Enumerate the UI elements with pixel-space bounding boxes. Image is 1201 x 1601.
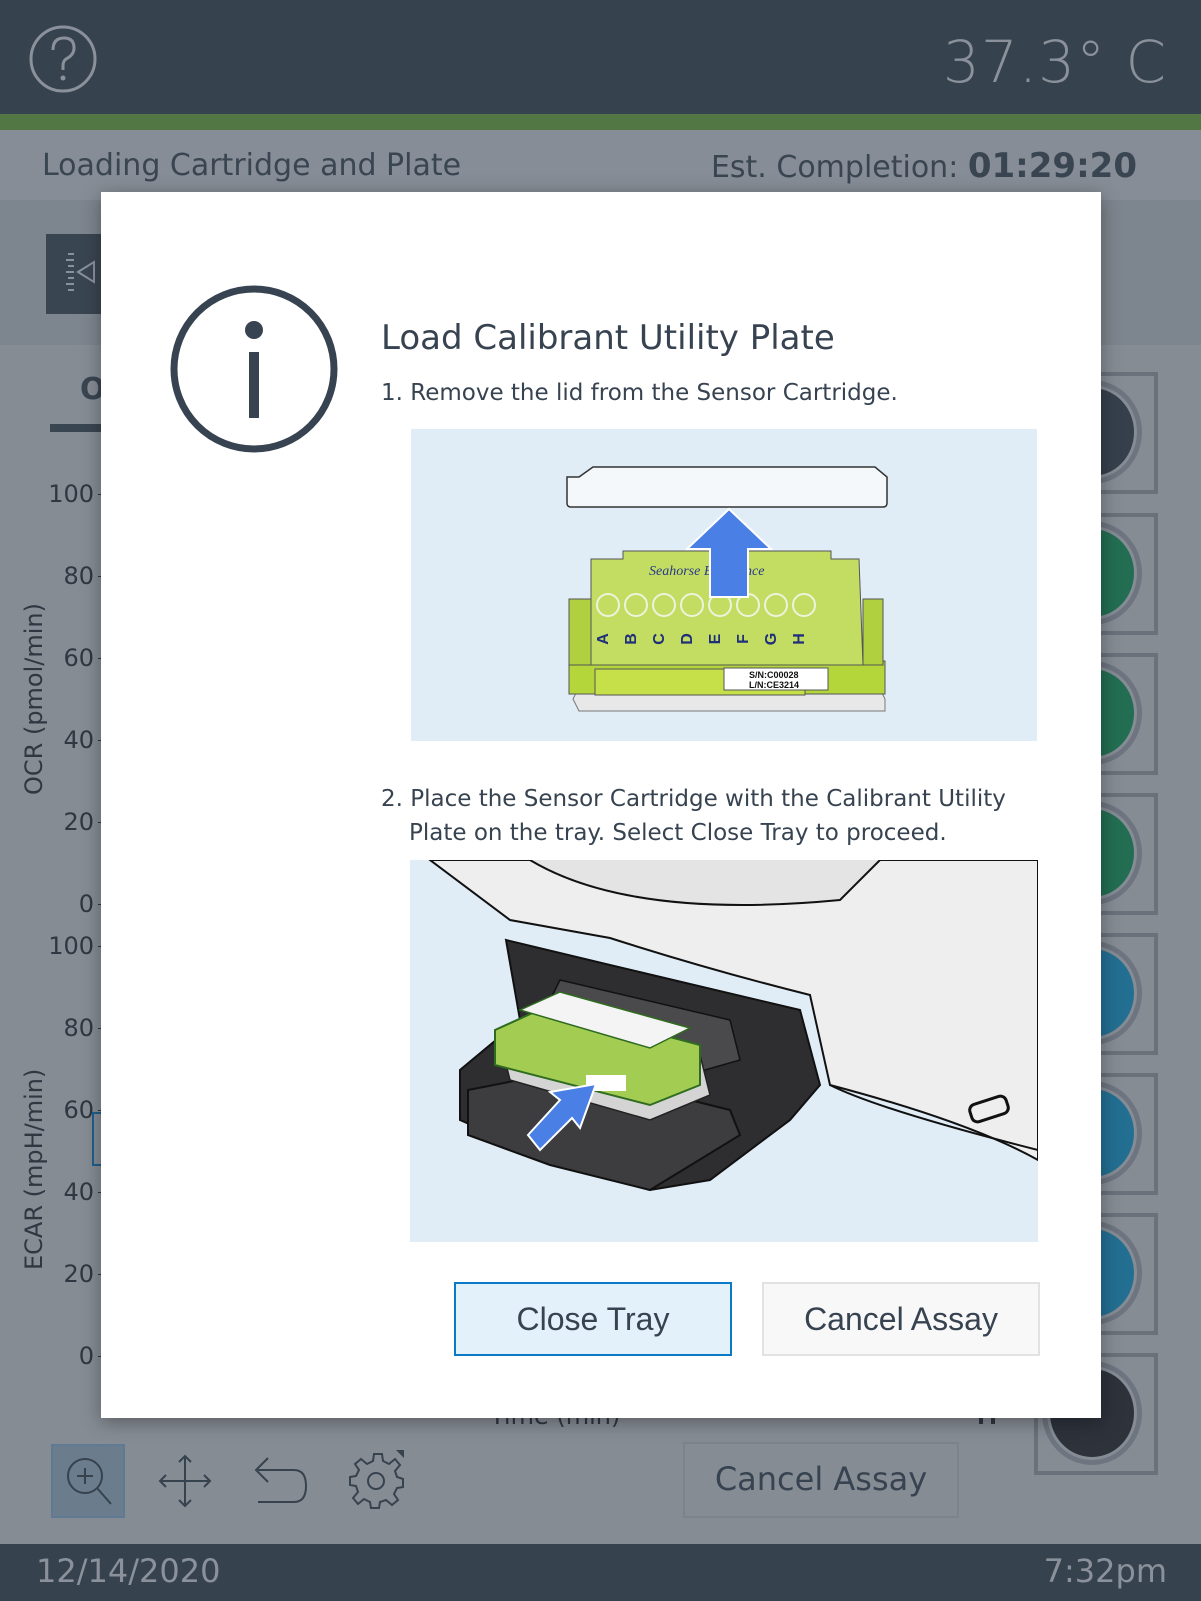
column-letter: F <box>735 634 752 644</box>
dialog-title: Load Calibrant Utility Plate <box>381 318 835 358</box>
column-letter: G <box>763 633 780 645</box>
step-2-text: 2. Place the Sensor Cartridge with the C… <box>381 782 1006 850</box>
step-2-line-2: Plate on the tray. Select Close Tray to … <box>409 820 947 846</box>
close-tray-button[interactable]: Close Tray <box>454 1282 732 1356</box>
column-letter: A <box>595 633 612 645</box>
lot-number: L/N:CE3214 <box>749 680 799 690</box>
info-icon-container <box>169 284 339 454</box>
step-1-text: 1. Remove the lid from the Sensor Cartri… <box>381 380 898 406</box>
column-letter: H <box>791 633 808 645</box>
column-letter: D <box>679 633 696 645</box>
remove-lid-illustration: Seahorse Bioscience ABCDEFGH S/N:C00028 … <box>411 429 1037 741</box>
step-2-line-1: 2. Place the Sensor Cartridge with the C… <box>381 786 1006 812</box>
info-circle-icon <box>170 285 338 453</box>
column-letter: C <box>651 633 668 645</box>
load-tray-illustration <box>410 860 1038 1242</box>
column-letter: B <box>623 633 640 645</box>
load-calibrant-dialog: Load Calibrant Utility Plate 1. Remove t… <box>101 192 1101 1418</box>
cancel-assay-button[interactable]: Cancel Assay <box>762 1282 1040 1356</box>
column-letter: E <box>707 633 724 644</box>
serial-number: S/N:C00028 <box>749 670 799 680</box>
